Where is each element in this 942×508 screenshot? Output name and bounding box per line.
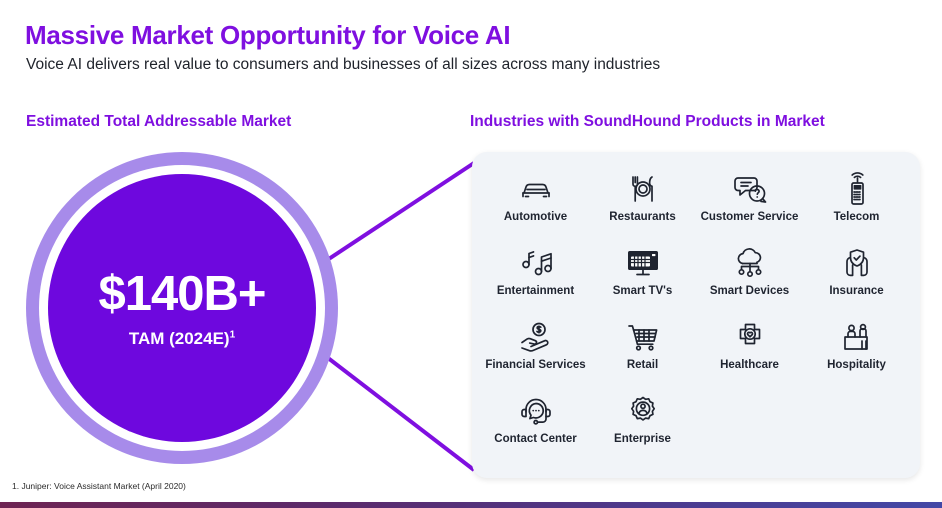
industry-label: Insurance [829, 285, 884, 297]
industry-label: Enterprise [614, 433, 671, 445]
medical-cross-heart-icon [732, 318, 768, 356]
tam-circle: $140B+ TAM (2024E)1 [26, 152, 338, 464]
industry-label: Financial Services [485, 359, 586, 371]
industry-label: Restaurants [609, 211, 676, 223]
industry-cell[interactable]: Telecom [803, 170, 910, 244]
industry-cell[interactable]: Contact Center [482, 392, 589, 466]
industry-cell[interactable]: Hospitality [803, 318, 910, 392]
industry-cell[interactable]: Smart TV's [589, 244, 696, 318]
industry-label: Hospitality [827, 359, 886, 371]
industry-label: Telecom [833, 211, 880, 223]
industry-cell[interactable]: Financial Services [482, 318, 589, 392]
industries-section-heading: Industries with SoundHound Products in M… [470, 113, 825, 130]
tam-caption-text: TAM (2024E) [128, 328, 230, 348]
footnote: 1. Juniper: Voice Assistant Market (Apri… [12, 481, 186, 491]
industry-cell[interactable]: Healthcare [696, 318, 803, 392]
tam-caption: TAM (2024E)1 [128, 328, 236, 348]
hand-coin-icon [516, 318, 556, 356]
tam-caption-superscript: 1 [229, 328, 236, 340]
industry-label: Smart Devices [709, 285, 790, 297]
industry-cell[interactable]: Restaurants [589, 170, 696, 244]
shopping-cart-icon [625, 318, 661, 356]
industry-label: Retail [626, 359, 659, 371]
tam-inner-disc: $140B+ TAM (2024E)1 [48, 174, 316, 442]
car-icon [518, 170, 554, 208]
industry-label: Entertainment [496, 285, 575, 297]
tam-value: $140B+ [98, 266, 266, 321]
mobile-phone-signal-icon [843, 170, 871, 208]
industry-cell[interactable]: Automotive [482, 170, 589, 244]
page-title: Massive Market Opportunity for Voice AI [25, 20, 511, 50]
industry-label: Customer Service [700, 211, 799, 223]
hands-shield-icon [839, 244, 875, 282]
tam-section-heading: Estimated Total Addressable Market [26, 113, 292, 130]
television-icon [624, 244, 662, 282]
gear-person-icon [626, 392, 660, 430]
cutlery-plate-icon [625, 170, 661, 208]
industry-grid: Automotive Restaurants Customer Service Tel… [482, 170, 910, 466]
reception-desk-icon [838, 318, 876, 356]
page-subtitle: Voice AI delivers real value to consumer… [26, 56, 661, 73]
industry-label: Contact Center [494, 433, 577, 445]
music-notes-icon [519, 244, 553, 282]
industry-cell[interactable]: Entertainment [482, 244, 589, 318]
bottom-accent-bar [0, 502, 942, 508]
industry-cell[interactable]: Customer Service [696, 170, 803, 244]
industries-panel: Automotive Restaurants Customer Service Tel… [472, 152, 920, 478]
headset-icon [517, 392, 555, 430]
industry-label: Healthcare [720, 359, 779, 371]
industry-cell[interactable]: Enterprise [589, 392, 696, 466]
speech-bubbles-question-icon [730, 170, 770, 208]
industry-cell[interactable]: Insurance [803, 244, 910, 318]
industry-cell[interactable]: Smart Devices [696, 244, 803, 318]
cloud-iot-icon [730, 244, 770, 282]
industry-label: Automotive [503, 211, 568, 223]
industry-label: Smart TV's [612, 285, 673, 297]
industry-cell[interactable]: Retail [589, 318, 696, 392]
